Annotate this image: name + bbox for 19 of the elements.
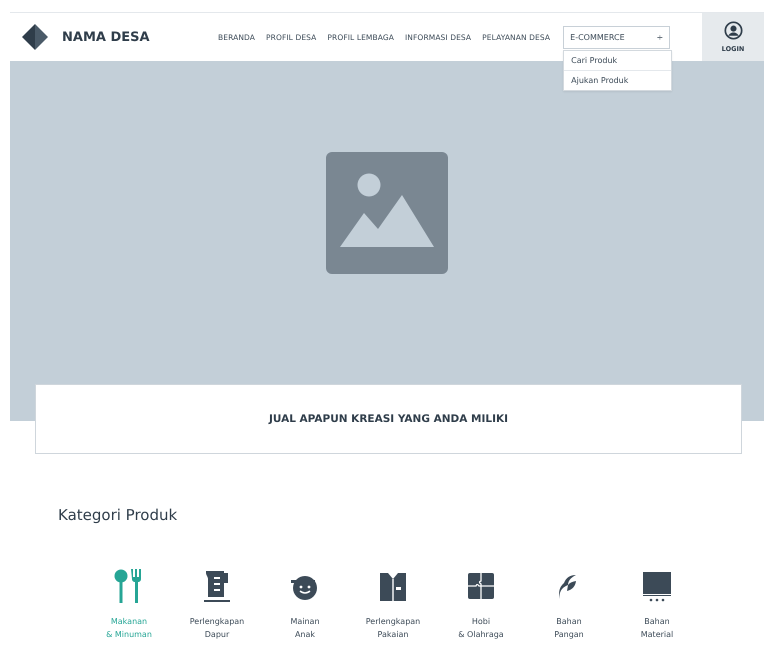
cutlery-icon (114, 569, 144, 603)
dropdown-arrow-icon: ÷ (656, 32, 664, 42)
measuring-cup-icon (202, 569, 232, 603)
category-item[interactable]: Perlengkapan Dapur (173, 569, 261, 641)
category-item[interactable]: Perlengkapan Pakaian (349, 569, 437, 641)
section-title: Kategori Produk (58, 506, 178, 524)
menu-item[interactable]: Cari Produk (564, 50, 672, 70)
banner-text: JUAL APAPUN KREASI YANG ANDA MILIKI (268, 413, 508, 425)
logo-icon (22, 24, 48, 50)
board-icon (642, 569, 672, 603)
image-placeholder-icon (326, 152, 448, 274)
category-item[interactable]: Mainan Anak (261, 569, 349, 641)
menu-item[interactable]: Ajukan Produk (564, 70, 672, 90)
ecommerce-dropdown[interactable]: E-COMMERCE ÷ (563, 26, 670, 48)
user-icon (724, 21, 742, 40)
category-item[interactable]: Hobi & Olahraga (437, 569, 525, 641)
category-item[interactable]: Bahan Pangan (525, 569, 613, 641)
site-name[interactable]: NAMA DESA (62, 30, 150, 44)
category-item[interactable]: Bahan Material (613, 569, 701, 641)
